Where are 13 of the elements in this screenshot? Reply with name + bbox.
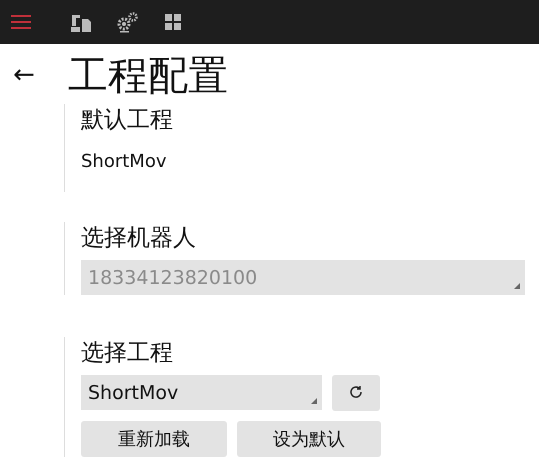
refresh-icon <box>349 384 363 398</box>
action-button[interactable]: 重新加载 <box>81 421 227 457</box>
section-label: 选择工程 <box>81 339 174 368</box>
corner-icon <box>514 283 520 289</box>
section-label: 选择机器人 <box>81 224 197 253</box>
section-label: 默认工程 <box>81 106 174 135</box>
back-button[interactable]: ← <box>4 60 44 90</box>
corner-icon <box>311 398 317 404</box>
action-button[interactable]: 设为默认 <box>237 421 381 457</box>
default-project-value: ShortMov <box>81 150 168 174</box>
page-title: 工程配置 <box>68 52 228 100</box>
dropdown[interactable]: ShortMov <box>81 375 322 410</box>
refresh-button[interactable] <box>332 375 380 411</box>
